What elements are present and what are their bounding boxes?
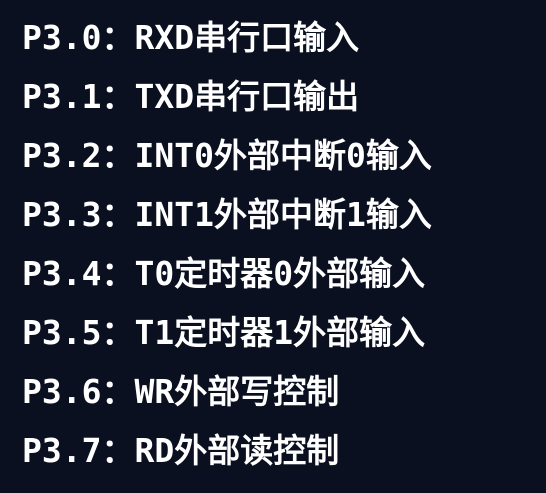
pin-description: RD外部读控制 — [134, 431, 340, 470]
pin-label: P3.3 — [22, 195, 102, 234]
pin-function-list: P3.0：RXD串行口输入 P3.1：TXD串行口输出 P3.2：INT0外部中… — [22, 8, 432, 480]
pin-description: WR外部写控制 — [134, 372, 340, 411]
pin-label: P3.2 — [22, 136, 102, 175]
pin-label: P3.5 — [22, 313, 102, 352]
pin-description: TXD串行口输出 — [134, 77, 360, 116]
list-item: P3.4：T0定时器0外部输入 — [22, 244, 432, 303]
separator: ： — [101, 195, 135, 234]
separator: ： — [101, 254, 135, 293]
separator: ： — [101, 77, 135, 116]
pin-description: RXD串行口输入 — [134, 18, 360, 57]
pin-label: P3.4 — [22, 254, 102, 293]
list-item: P3.3：INT1外部中断1输入 — [22, 185, 432, 244]
pin-label: P3.0 — [22, 18, 102, 57]
list-item: P3.7：RD外部读控制 — [22, 421, 432, 480]
separator: ： — [101, 136, 135, 175]
separator: ： — [101, 313, 135, 352]
list-item: P3.0：RXD串行口输入 — [22, 8, 432, 67]
document-panel: P3.0：RXD串行口输入 P3.1：TXD串行口输出 P3.2：INT0外部中… — [0, 0, 546, 493]
pin-label: P3.6 — [22, 372, 102, 411]
separator: ： — [101, 431, 135, 470]
pin-description: T0定时器0外部输入 — [134, 254, 426, 293]
separator: ： — [101, 372, 135, 411]
list-item: P3.2：INT0外部中断0输入 — [22, 126, 432, 185]
pin-description: T1定时器1外部输入 — [134, 313, 426, 352]
pin-description: INT1外部中断1输入 — [134, 195, 432, 234]
list-item: P3.5：T1定时器1外部输入 — [22, 303, 432, 362]
pin-description: INT0外部中断0输入 — [134, 136, 432, 175]
pin-label: P3.7 — [22, 431, 102, 470]
pin-label: P3.1 — [22, 77, 102, 116]
list-item: P3.6：WR外部写控制 — [22, 362, 432, 421]
list-item: P3.1：TXD串行口输出 — [22, 67, 432, 126]
separator: ： — [101, 18, 135, 57]
